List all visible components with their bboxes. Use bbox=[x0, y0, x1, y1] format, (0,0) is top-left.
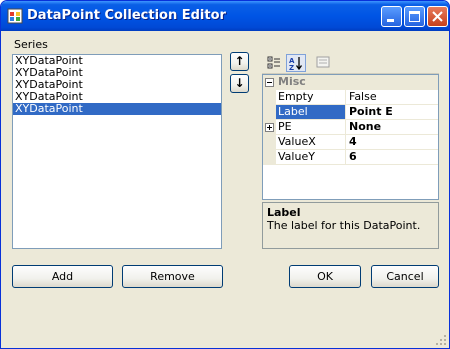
ok-button-label: OK bbox=[317, 270, 333, 283]
property-margin bbox=[263, 90, 276, 104]
expand-button[interactable] bbox=[265, 123, 274, 132]
property-name: Label bbox=[276, 105, 346, 119]
property-name: PE bbox=[276, 120, 346, 134]
property-name: ValueY bbox=[276, 150, 346, 164]
add-button-label: Add bbox=[51, 270, 74, 283]
property-margin bbox=[263, 105, 276, 119]
help-description: The label for this DataPoint. bbox=[267, 219, 421, 232]
cancel-button-label: Cancel bbox=[386, 270, 424, 283]
property-row[interactable]: Empty False bbox=[263, 90, 438, 105]
property-row[interactable]: ValueX 4 bbox=[263, 135, 438, 150]
series-label: Series bbox=[14, 38, 48, 51]
resize-grip-icon[interactable] bbox=[435, 334, 447, 346]
app-icon bbox=[7, 8, 23, 24]
collapse-button[interactable] bbox=[265, 78, 274, 87]
close-icon bbox=[432, 11, 443, 22]
arrow-up-icon: ↑ bbox=[234, 54, 245, 68]
property-grid[interactable]: Misc Empty False Label Point E PE None ValueX 4 V… bbox=[262, 74, 439, 200]
categorized-button[interactable] bbox=[265, 54, 285, 72]
property-margin bbox=[263, 150, 276, 164]
ok-button[interactable]: OK bbox=[289, 265, 361, 288]
property-value[interactable]: None bbox=[347, 120, 438, 134]
property-row[interactable]: Label Point E bbox=[263, 105, 438, 120]
series-list-item[interactable]: XYDataPoint bbox=[13, 103, 221, 115]
alphabetical-sort-icon: A Z bbox=[289, 57, 303, 72]
property-value[interactable]: 4 bbox=[347, 135, 438, 149]
help-panel: Label The label for this DataPoint. bbox=[262, 202, 439, 249]
add-button[interactable]: Add bbox=[12, 265, 113, 288]
title-bar[interactable]: DataPoint Collection Editor bbox=[1, 1, 449, 31]
svg-text:Z: Z bbox=[289, 64, 294, 71]
property-value[interactable]: Point E bbox=[347, 105, 438, 119]
help-title: Label bbox=[267, 206, 301, 219]
category-row-misc[interactable]: Misc bbox=[263, 75, 438, 90]
series-listbox[interactable]: XYDataPoint XYDataPoint XYDataPoint XYDataP… bbox=[12, 54, 222, 249]
category-label: Misc bbox=[278, 75, 306, 88]
property-margin bbox=[263, 120, 276, 134]
property-margin bbox=[263, 135, 276, 149]
property-pages-icon bbox=[316, 56, 330, 68]
category-margin bbox=[263, 75, 276, 89]
maximize-button[interactable] bbox=[404, 6, 425, 27]
close-button[interactable] bbox=[427, 6, 448, 27]
categorized-icon bbox=[267, 56, 280, 69]
dialog-window: DataPoint Collection Editor Series XYDat… bbox=[0, 0, 450, 349]
minimize-icon bbox=[387, 19, 394, 22]
remove-button-label: Remove bbox=[150, 270, 195, 283]
alphabetical-button[interactable]: A Z bbox=[286, 54, 306, 72]
property-row[interactable]: ValueY 6 bbox=[263, 150, 438, 165]
cancel-button[interactable]: Cancel bbox=[371, 265, 439, 288]
remove-button[interactable]: Remove bbox=[122, 265, 223, 288]
minimize-button[interactable] bbox=[381, 6, 402, 27]
property-value[interactable]: 6 bbox=[347, 150, 438, 164]
property-name: Empty bbox=[276, 90, 346, 104]
property-row[interactable]: PE None bbox=[263, 120, 438, 135]
collapse-icon bbox=[267, 82, 272, 83]
move-up-button[interactable]: ↑ bbox=[230, 52, 249, 71]
property-pages-button[interactable] bbox=[314, 54, 334, 72]
property-toolbar: A Z bbox=[262, 52, 439, 74]
arrow-down-icon: ↓ bbox=[234, 76, 245, 90]
expand-icon bbox=[267, 125, 272, 130]
move-down-button[interactable]: ↓ bbox=[230, 74, 249, 93]
maximize-icon bbox=[409, 11, 420, 22]
property-name: ValueX bbox=[276, 135, 346, 149]
property-value[interactable]: False bbox=[347, 90, 438, 104]
window-title: DataPoint Collection Editor bbox=[27, 8, 226, 23]
